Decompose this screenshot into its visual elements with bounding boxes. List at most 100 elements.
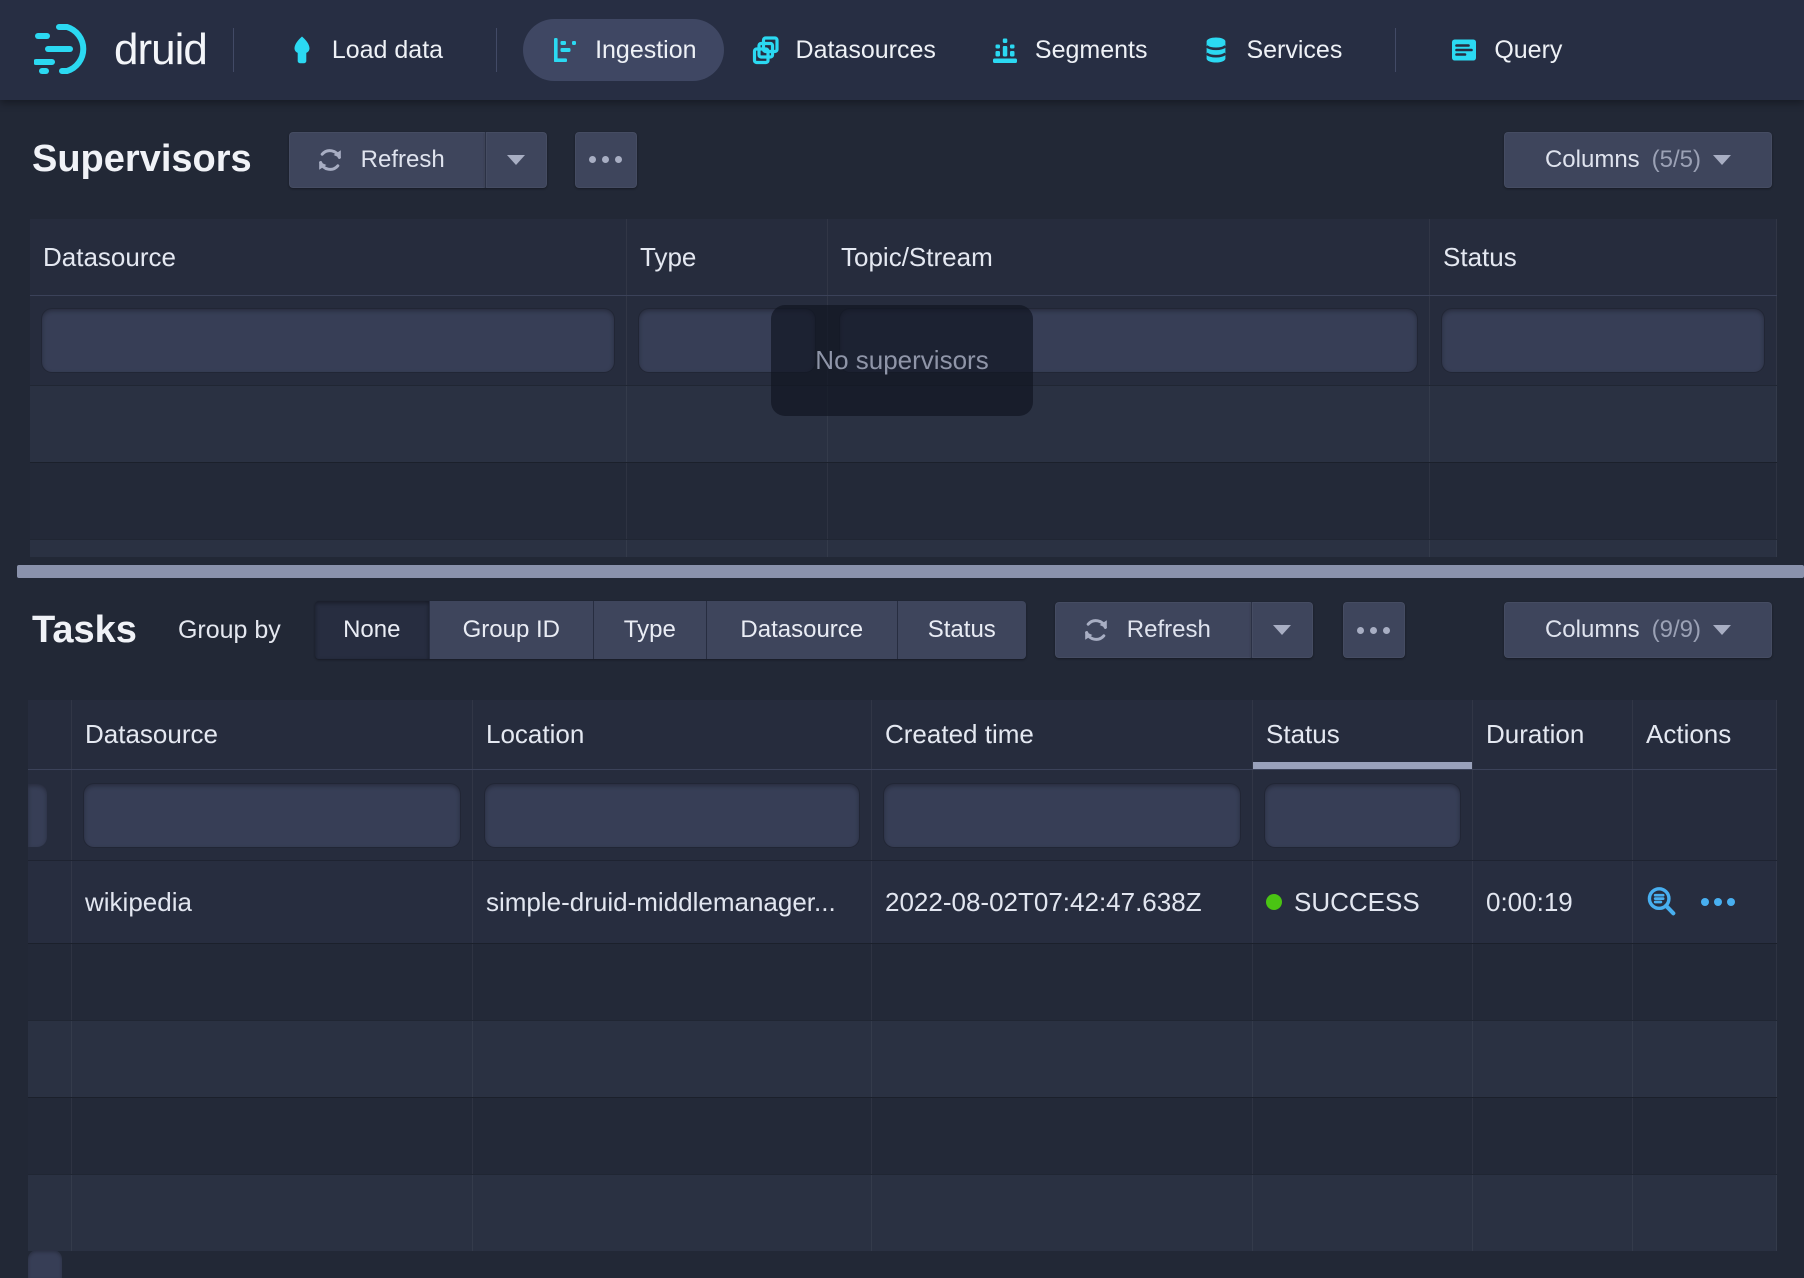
group-by-none-button[interactable]: None: [315, 601, 430, 659]
status-filter-input[interactable]: [1442, 309, 1764, 372]
supervisors-title: Supervisors: [32, 138, 252, 181]
nav-divider: [496, 28, 497, 72]
group-by-status-button[interactable]: Status: [898, 601, 1026, 659]
nav-item-query[interactable]: Query: [1422, 19, 1589, 81]
clipped-filter-input[interactable]: [28, 784, 47, 847]
query-icon: [1449, 35, 1479, 65]
more-icon: [1357, 627, 1390, 634]
status-filter-input[interactable]: [1265, 784, 1460, 847]
tasks-header: Tasks Group by None Group ID Type Dataso…: [0, 588, 1804, 672]
task-datasource[interactable]: wikipedia: [72, 861, 473, 943]
nav-item-label: Datasources: [796, 36, 936, 65]
column-header-datasource[interactable]: Datasource: [72, 700, 473, 769]
services-icon: [1201, 35, 1231, 65]
tasks-table: Datasource Location Created time Status …: [28, 700, 1777, 1251]
supervisors-refresh-caret-button[interactable]: [485, 132, 547, 188]
nav-item-label: Segments: [1035, 36, 1148, 65]
segments-icon: [990, 35, 1020, 65]
task-location: simple-druid-middlemanager...: [473, 861, 872, 943]
column-header-status[interactable]: Status: [1430, 219, 1777, 295]
nav-divider: [1395, 28, 1396, 72]
task-created-time: 2022-08-02T07:42:47.638Z: [872, 861, 1253, 943]
group-by-segmented-control: None Group ID Type Datasource Status: [315, 601, 1026, 659]
column-header-actions[interactable]: Actions: [1633, 700, 1777, 769]
tasks-columns-button[interactable]: Columns (9/9): [1504, 602, 1772, 658]
supervisors-table: Datasource Type Topic/Stream Status No s…: [30, 219, 1777, 557]
no-supervisors-message: No supervisors: [815, 345, 988, 376]
columns-label: Columns: [1545, 146, 1640, 174]
brand-name: druid: [114, 25, 207, 75]
druid-logo-icon: [34, 19, 100, 81]
supervisors-refresh-split-button: Refresh: [289, 132, 547, 188]
group-by-group-id-button[interactable]: Group ID: [430, 601, 594, 659]
segment-label: None: [343, 616, 400, 644]
supervisors-columns-button[interactable]: Columns (5/5): [1504, 132, 1772, 188]
empty-row-partial: [30, 539, 1777, 557]
created-time-filter-input[interactable]: [884, 784, 1240, 847]
task-row-wikipedia[interactable]: wikipedia simple-druid-middlemanager... …: [28, 860, 1777, 943]
druid-logo[interactable]: druid: [34, 19, 207, 81]
refresh-label: Refresh: [1127, 616, 1211, 644]
datasource-filter-input[interactable]: [42, 309, 614, 372]
chevron-down-icon: [507, 155, 525, 165]
refresh-icon: [315, 145, 345, 175]
nav-item-label: Load data: [332, 36, 443, 65]
column-header-topic-stream[interactable]: Topic/Stream: [828, 219, 1430, 295]
columns-label: Columns: [1545, 616, 1640, 644]
task-actions: [1633, 861, 1777, 943]
supervisors-table-header-row: Datasource Type Topic/Stream Status: [30, 219, 1777, 296]
datasource-filter-input[interactable]: [84, 784, 460, 847]
column-header-status[interactable]: Status: [1253, 700, 1473, 769]
tasks-refresh-button[interactable]: Refresh: [1055, 602, 1251, 658]
supervisors-more-button[interactable]: [575, 132, 637, 188]
ingestion-icon: [550, 35, 580, 65]
column-header-clipped[interactable]: [28, 700, 72, 769]
tasks-more-button[interactable]: [1343, 602, 1405, 658]
horizontal-scrollbar[interactable]: [17, 565, 1804, 578]
columns-count: (5/5): [1652, 146, 1701, 174]
refresh-icon: [1081, 615, 1111, 645]
chevron-down-icon: [1713, 625, 1731, 635]
location-filter-input[interactable]: [485, 784, 859, 847]
empty-row: [28, 1174, 1777, 1251]
tasks-refresh-caret-button[interactable]: [1251, 602, 1313, 658]
supervisors-header: Supervisors Refresh Columns (5/5): [0, 100, 1804, 219]
success-status-dot: [1266, 894, 1282, 910]
column-header-created-time[interactable]: Created time: [872, 700, 1253, 769]
column-header-datasource[interactable]: Datasource: [30, 219, 627, 295]
task-detail-button[interactable]: [1645, 885, 1679, 919]
clipped-filter-box-partial: [28, 1250, 62, 1278]
column-header-duration[interactable]: Duration: [1473, 700, 1633, 769]
segment-label: Datasource: [740, 616, 863, 644]
nav-item-label: Query: [1494, 36, 1562, 65]
magnifier-detail-icon: [1645, 885, 1679, 919]
task-status: SUCCESS: [1253, 861, 1473, 943]
datasources-icon: [751, 35, 781, 65]
top-nav: druid Load data Ingestion: [0, 0, 1804, 100]
empty-row: [30, 462, 1777, 539]
empty-row: [28, 943, 1777, 1020]
group-by-type-button[interactable]: Type: [594, 601, 707, 659]
task-more-actions-button[interactable]: [1701, 898, 1735, 906]
sort-indicator: [1253, 762, 1472, 769]
more-icon: [589, 156, 622, 163]
group-by-datasource-button[interactable]: Datasource: [707, 601, 898, 659]
tasks-title: Tasks: [32, 609, 137, 652]
segment-label: Type: [624, 616, 676, 644]
nav-item-datasources[interactable]: Datasources: [724, 19, 963, 81]
empty-row: [28, 1020, 1777, 1097]
nav-item-label: Ingestion: [595, 36, 696, 65]
nav-item-services[interactable]: Services: [1174, 19, 1369, 81]
nav-item-segments[interactable]: Segments: [963, 19, 1175, 81]
segment-label: Status: [928, 616, 996, 644]
column-header-label: Status: [1266, 719, 1340, 750]
nav-item-load-data[interactable]: Load data: [260, 19, 470, 81]
supervisors-refresh-button[interactable]: Refresh: [289, 132, 485, 188]
chevron-down-icon: [1273, 625, 1291, 635]
column-header-type[interactable]: Type: [627, 219, 828, 295]
tasks-filter-row: [28, 770, 1777, 860]
nav-item-ingestion[interactable]: Ingestion: [523, 19, 723, 81]
no-supervisors-overlay: No supervisors: [771, 305, 1033, 416]
segment-label: Group ID: [463, 616, 560, 644]
column-header-location[interactable]: Location: [473, 700, 872, 769]
